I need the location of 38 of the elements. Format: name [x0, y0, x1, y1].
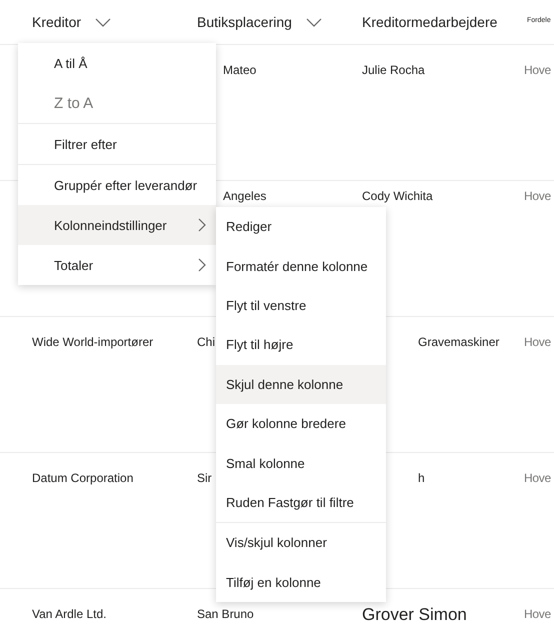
table-cell: Hove — [524, 63, 551, 77]
menu-item[interactable]: Smal kolonne — [216, 443, 386, 483]
menu-item[interactable]: Ruden Fastgør til filtre — [216, 482, 386, 522]
table-cell: Datum Corporation — [32, 471, 134, 485]
table-cell: Hove — [524, 607, 551, 621]
table-cell: Hove — [524, 335, 551, 349]
table-cell: Grover Simon — [362, 605, 467, 625]
table-cell: Hove — [524, 189, 551, 203]
menu-item[interactable]: Kolonneindstillinger — [18, 205, 216, 245]
column-header[interactable]: Kreditormedarbejdere — [362, 14, 498, 30]
table-cell: Mateo — [223, 63, 256, 77]
menu-item[interactable]: Flyt til højre — [216, 325, 386, 365]
menu-item[interactable]: Gør kolonne bredere — [216, 404, 386, 444]
table-cell: Van Ardle Ltd. — [32, 607, 106, 621]
table-cell: Cody Wichita — [362, 189, 433, 203]
column-header[interactable]: Butiksplacering — [197, 14, 292, 30]
menu-item[interactable]: A til Å — [18, 43, 216, 83]
menu-item[interactable]: Rediger — [216, 207, 386, 246]
table-cell: Wide World-importører — [32, 335, 154, 349]
chevron-down-icon[interactable] — [306, 18, 322, 26]
table-cell: Angeles — [223, 189, 266, 203]
table-cell: h — [418, 471, 425, 485]
chevron-down-icon[interactable] — [95, 18, 112, 26]
table-cell: San Bruno — [197, 607, 254, 621]
table-cell: Gravemaskiner — [418, 335, 500, 349]
menu-item[interactable]: Skjul denne kolonne — [216, 364, 386, 404]
menu-item[interactable]: Filtrer efter — [18, 124, 216, 164]
table-cell: Sir — [197, 471, 212, 485]
menu-item[interactable]: Vis/skjul kolonner — [216, 523, 386, 563]
column-header[interactable]: Kreditor — [32, 14, 82, 30]
menu-item[interactable]: Flyt til venstre — [216, 286, 386, 326]
menu-item[interactable]: Gruppér efter leverandør — [18, 165, 216, 205]
table-cell: Chi — [197, 335, 216, 349]
table-cell: Julie Rocha — [362, 63, 425, 77]
menu-item[interactable]: Totaler — [18, 245, 216, 285]
menu-item[interactable]: Formatér denne kolonne — [216, 246, 386, 286]
menu-item[interactable]: Tilføj en kolonne — [216, 562, 386, 602]
table-cell: Hove — [524, 471, 551, 485]
